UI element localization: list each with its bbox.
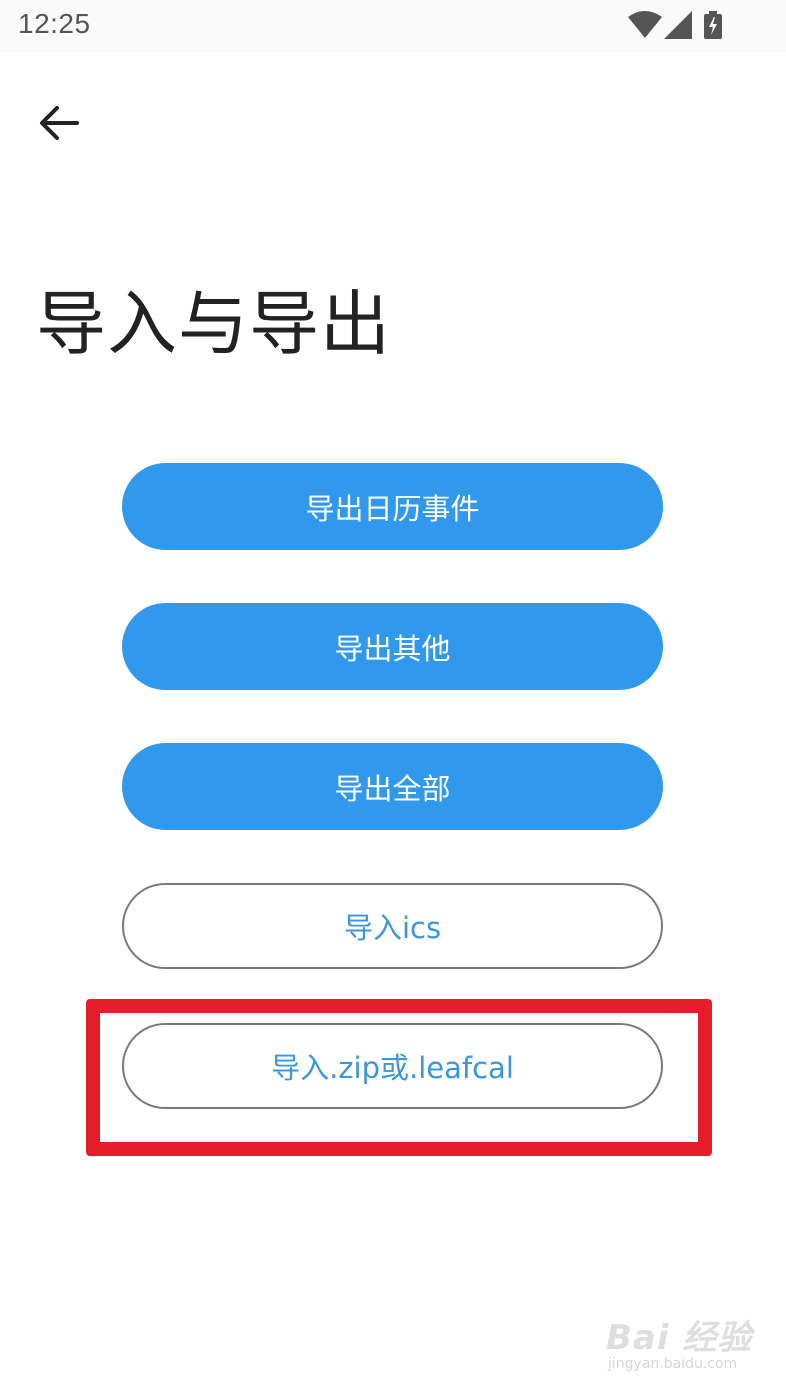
export-all-label: 导出全部 [334, 771, 451, 806]
export-calendar-events-button[interactable]: 导出日历事件 [122, 463, 663, 550]
export-other-button[interactable]: 导出其他 [122, 603, 663, 690]
signal-icon [664, 11, 692, 39]
battery-charging-icon [704, 11, 722, 39]
export-all-button[interactable]: 导出全部 [122, 743, 663, 830]
watermark-logo: Bai 经验 [606, 1318, 753, 1358]
arrow-left-icon [40, 106, 79, 140]
baidu-jingyan-watermark: Bai 经验 jingyan.baidu.com [606, 1310, 756, 1382]
back-button[interactable] [28, 92, 90, 154]
status-bar: 12:25 [0, 0, 786, 52]
status-icons [628, 11, 728, 41]
status-time: 12:25 [18, 8, 91, 39]
export-calendar-events-label: 导出日历事件 [305, 491, 480, 526]
watermark-site: jingyan.baidu.com [608, 1356, 738, 1372]
export-other-label: 导出其他 [334, 631, 451, 666]
page-title: 导入与导出 [36, 283, 391, 365]
wifi-icon [628, 11, 662, 38]
import-zip-leafcal-button[interactable]: 导入.zip或.leafcal [122, 1023, 663, 1109]
import-ics-button[interactable]: 导入ics [122, 883, 663, 969]
import-zip-leafcal-label: 导入.zip或.leafcal [271, 1051, 514, 1085]
import-ics-label: 导入ics [343, 911, 442, 945]
